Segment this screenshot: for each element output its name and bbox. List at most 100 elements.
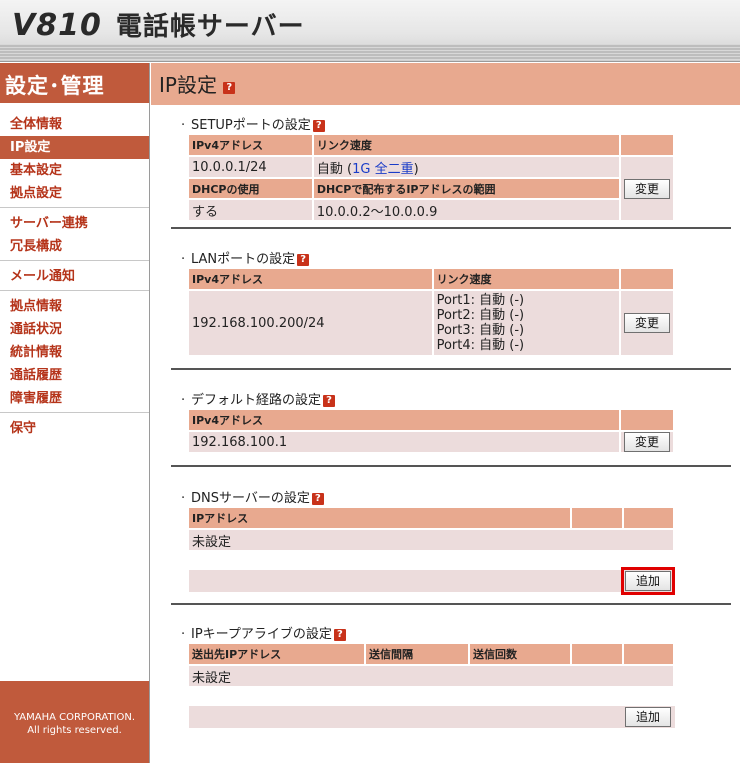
column-header-ip: IPアドレス — [189, 508, 572, 530]
lan-port-title: LANポートの設定 — [191, 252, 296, 267]
keepalive-section: · IPキープアライブの設定? 送出先IPアドレス 送信間隔 送信回数 未設定 追… — [181, 626, 731, 728]
column-header-action — [620, 410, 675, 432]
lan-port-table: IPv4アドレス リンク速度 192.168.100.200/24 Port1:… — [189, 269, 675, 357]
sidebar-item-statistics[interactable]: 統計情報 — [0, 341, 149, 364]
column-header-interval: 送信間隔 — [365, 644, 470, 666]
menu-divider — [0, 290, 149, 291]
setup-ipv4-value: 10.0.0.1/24 — [189, 156, 314, 179]
column-header-blank — [623, 508, 675, 530]
action-cell: 変更 — [620, 156, 675, 222]
app-header: V810 電話帳サーバー — [0, 0, 740, 62]
sidebar-item-basic-settings[interactable]: 基本設定 — [0, 159, 149, 182]
section-title: · IPキープアライブの設定? — [181, 626, 731, 644]
sidebar-item-call-status[interactable]: 通話状況 — [0, 318, 149, 341]
column-header-blank — [623, 644, 675, 666]
dns-section: · DNSサーバーの設定? IPアドレス 未設定 追加 — [181, 490, 731, 595]
column-header-blank — [571, 508, 624, 530]
dhcp-value: する — [189, 199, 314, 222]
help-icon[interactable]: ? — [311, 492, 324, 505]
lan-ipv4-value: 192.168.100.200/24 — [189, 290, 434, 357]
column-header-ipv4: IPv4アドレス — [189, 410, 621, 432]
column-header-count: 送信回数 — [469, 644, 572, 666]
section-title: · デフォルト経路の設定? — [181, 392, 731, 410]
speed-1g: 1G — [352, 161, 371, 177]
default-route-section: · デフォルト経路の設定? IPv4アドレス 192.168.100.1 変更 — [181, 392, 731, 454]
sidebar: 設定･管理 全体情報 IP設定 基本設定 拠点設定 サーバー連携 冗長構成 メー… — [0, 63, 150, 763]
port2-status: Port2: 自動 (-) — [436, 308, 525, 323]
default-route-table: IPv4アドレス 192.168.100.1 変更 — [189, 410, 675, 454]
copyright-footer: YAMAHA CORPORATION. All rights reserved. — [0, 681, 149, 763]
section-title: · DNSサーバーの設定? — [181, 490, 731, 508]
sidebar-item-site-settings[interactable]: 拠点設定 — [0, 182, 149, 205]
column-header-ipv4: IPv4アドレス — [189, 135, 314, 157]
help-icon[interactable]: ? — [333, 628, 346, 641]
page-title-bar: IP設定 ? — [151, 63, 740, 105]
dns-action-bar: 追加 — [189, 567, 675, 595]
setup-port-section: · SETUPポートの設定? IPv4アドレス リンク速度 10.0.0.1/24… — [181, 117, 731, 222]
keepalive-value: 未設定 — [189, 665, 675, 688]
copyright-company: YAMAHA CORPORATION. — [13, 712, 136, 723]
section-title: · SETUPポートの設定? — [181, 117, 731, 135]
port1-status: Port1: 自動 (-) — [436, 293, 525, 308]
section-divider — [171, 227, 731, 229]
sidebar-title: 設定･管理 — [0, 63, 149, 103]
dhcp-range-value: 10.0.0.2～10.0.0.9 — [312, 199, 622, 222]
column-header-dhcp: DHCPの使用 — [189, 178, 314, 200]
sidebar-item-ip-settings[interactable]: IP設定 — [0, 136, 149, 159]
lan-port-section: · LANポートの設定? IPv4アドレス リンク速度 192.168.100.2… — [181, 251, 731, 357]
speed-duplex: 全二重 — [374, 161, 414, 177]
sidebar-item-call-history[interactable]: 通話履歴 — [0, 364, 149, 387]
action-cell: 変更 — [620, 290, 675, 357]
lan-change-button[interactable]: 変更 — [624, 313, 670, 333]
setup-link-speed-value: 自動 (1G 全二重) — [312, 156, 622, 179]
setup-change-button[interactable]: 変更 — [624, 179, 670, 199]
default-route-title: デフォルト経路の設定 — [191, 393, 322, 408]
sidebar-item-mail-notify[interactable]: メール通知 — [0, 265, 149, 288]
action-cell: 変更 — [620, 431, 675, 454]
menu-divider — [0, 207, 149, 208]
column-header-blank — [571, 644, 624, 666]
keepalive-title: IPキープアライブの設定 — [191, 627, 332, 642]
column-header-action — [620, 269, 675, 291]
help-icon[interactable]: ? — [312, 119, 325, 132]
section-divider — [171, 465, 731, 467]
keepalive-table: 送出先IPアドレス 送信間隔 送信回数 未設定 — [189, 644, 675, 688]
column-header-link-speed: リンク速度 — [432, 269, 622, 291]
menu-divider — [0, 412, 149, 413]
keepalive-add-button[interactable]: 追加 — [625, 707, 671, 727]
sidebar-item-fault-history[interactable]: 障害履歴 — [0, 387, 149, 410]
dns-title: DNSサーバーの設定 — [191, 491, 310, 506]
column-header-link-speed: リンク速度 — [312, 135, 622, 157]
main-content: IP設定 ? · SETUPポートの設定? IPv4アドレス リンク速度 10.0… — [151, 63, 740, 763]
product-logo: V810 電話帳サーバー — [12, 6, 305, 43]
keepalive-action-bar: 追加 — [189, 706, 675, 728]
lan-link-speed-value: Port1: 自動 (-) Port2: 自動 (-) Port3: 自動 (-… — [432, 290, 622, 357]
column-header-ipv4: IPv4アドレス — [189, 269, 434, 291]
sidebar-item-overview[interactable]: 全体情報 — [0, 113, 149, 136]
sidebar-item-server-link[interactable]: サーバー連携 — [0, 212, 149, 235]
menu-divider — [0, 260, 149, 261]
help-icon[interactable]: ? — [297, 253, 310, 266]
setup-port-table: IPv4アドレス リンク速度 10.0.0.1/24 自動 (1G 全二重) 変… — [189, 135, 675, 222]
page-title: IP設定 — [159, 73, 217, 97]
section-divider — [171, 368, 731, 370]
help-icon[interactable]: ? — [223, 82, 236, 94]
help-icon[interactable]: ? — [323, 394, 336, 407]
copyright-rights: All rights reserved. — [27, 725, 122, 736]
dns-value: 未設定 — [189, 529, 675, 552]
dns-table: IPアドレス 未設定 — [189, 508, 675, 552]
column-header-dhcp-range: DHCPで配布するIPアドレスの範囲 — [312, 178, 622, 200]
port3-status: Port3: 自動 (-) — [436, 323, 525, 338]
sidebar-item-site-info[interactable]: 拠点情報 — [0, 295, 149, 318]
default-route-change-button[interactable]: 変更 — [624, 432, 670, 452]
dns-add-button[interactable]: 追加 — [621, 567, 675, 595]
setup-port-title: SETUPポートの設定 — [191, 118, 311, 133]
section-divider — [171, 603, 731, 605]
sidebar-item-redundancy[interactable]: 冗長構成 — [0, 235, 149, 258]
model-name: V810 — [12, 8, 102, 43]
column-header-action — [620, 135, 675, 157]
sidebar-item-maintenance[interactable]: 保守 — [0, 417, 149, 440]
product-name: 電話帳サーバー — [115, 12, 305, 42]
section-title: · LANポートの設定? — [181, 251, 731, 269]
port4-status: Port4: 自動 (-) — [436, 338, 525, 353]
